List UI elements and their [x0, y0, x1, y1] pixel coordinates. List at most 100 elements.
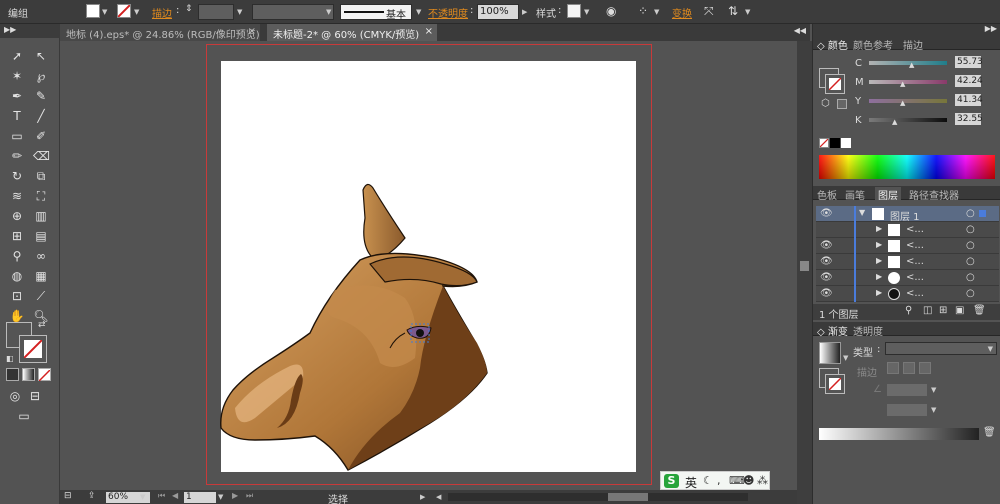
layer-name[interactable]: <...	[906, 288, 924, 299]
gradient-type-dropdown[interactable]: ▼	[885, 342, 997, 355]
layer-name[interactable]: <...	[906, 272, 924, 283]
target-icon[interactable]: ○	[966, 256, 975, 267]
eye-icon[interactable]: 👁︎	[820, 240, 833, 251]
perspective-grid-icon[interactable]: ▥	[33, 208, 49, 224]
stroke-option-3[interactable]	[919, 362, 931, 374]
target-icon[interactable]: ○	[966, 224, 975, 235]
magenta-slider[interactable]	[869, 80, 947, 84]
none-swatch[interactable]	[819, 138, 829, 148]
chevron-left-icon[interactable]: ◀	[436, 493, 441, 501]
stroke-option-1[interactable]	[887, 362, 899, 374]
moon-icon[interactable]: ☾	[703, 474, 713, 487]
tab-pathfinder[interactable]: 路径查找器	[909, 187, 959, 202]
magenta-value[interactable]: 42.24	[955, 75, 983, 87]
angle-field[interactable]	[887, 384, 927, 396]
curvature-tool-icon[interactable]: ✎	[33, 88, 49, 104]
pen-tool-icon[interactable]: ✒	[9, 88, 25, 104]
chevron-right-icon[interactable]: ▶	[522, 8, 527, 16]
gradient-slider[interactable]	[819, 428, 979, 440]
target-icon[interactable]: ○	[966, 240, 975, 251]
selection-tool-icon[interactable]: ➚	[9, 48, 25, 64]
layer-row-1[interactable]: 👁︎ ▼ 图层 1 ○	[816, 206, 999, 223]
ime-mode[interactable]: 英	[685, 474, 697, 491]
chevron-right-icon[interactable]: ▶	[876, 224, 882, 233]
stepper-icon[interactable]: ⇕	[185, 4, 193, 14]
layer-row-5[interactable]: 👁︎ ▶ <... ○	[816, 270, 999, 286]
cyan-slider[interactable]	[869, 61, 947, 65]
web-color-swatch[interactable]	[837, 99, 847, 109]
layer-name[interactable]: <...	[906, 256, 924, 267]
style-swatch[interactable]	[567, 4, 581, 18]
panel-collapse-icon[interactable]: ◀◀	[794, 26, 806, 35]
draw-normal-icon[interactable]: ◎	[7, 388, 23, 404]
black-value[interactable]: 32.55	[955, 113, 983, 125]
eyedropper-icon[interactable]: ⚲	[9, 248, 25, 264]
flip-icon[interactable]: ⇅	[728, 4, 738, 18]
target-icon[interactable]: ○	[966, 272, 975, 283]
layer-row-3[interactable]: 👁︎ ▶ <... ○	[816, 238, 999, 254]
aspect-field[interactable]	[887, 404, 927, 416]
symbol-sprayer-icon[interactable]: ◍	[9, 268, 25, 284]
chevron-down-icon[interactable]: ▼	[140, 493, 145, 501]
gradient-stroke-box[interactable]	[825, 374, 845, 394]
chevron-down-icon[interactable]: ▼	[102, 8, 107, 16]
isolate-icon[interactable]: ⤧	[704, 4, 714, 19]
screen-mode-icon[interactable]: ▭	[16, 408, 32, 424]
tab-stroke[interactable]: 描边	[903, 37, 923, 52]
tab-gradient[interactable]: ◇ 渐变	[817, 323, 848, 338]
tab-document-1[interactable]: 地标 (4).eps* @ 24.86% (RGB/像印预览) ×	[60, 24, 260, 41]
chevron-down-icon[interactable]: ▼	[843, 354, 848, 362]
draw-behind-icon[interactable]: ⊟	[27, 388, 43, 404]
chevron-right-icon[interactable]: ▶	[876, 240, 882, 249]
clipping-mask-icon[interactable]: ◫	[923, 305, 932, 316]
status-nav-icon[interactable]: ⊟	[64, 491, 72, 501]
color-mode-icon[interactable]	[6, 368, 19, 381]
shape-builder-icon[interactable]: ⊕	[9, 208, 25, 224]
scroll-thumb[interactable]	[800, 261, 809, 271]
scale-tool-icon[interactable]: ⧉	[33, 168, 49, 184]
blend-tool-icon[interactable]: ∞	[33, 248, 49, 264]
rotate-tool-icon[interactable]: ↻	[9, 168, 25, 184]
swap-colors-icon[interactable]: ⇄	[38, 320, 46, 330]
chevron-down-icon[interactable]: ▼	[745, 8, 750, 16]
tab-swatches[interactable]: 色板	[817, 187, 837, 202]
layer-row-6[interactable]: 👁︎ ▶ <... ○	[816, 286, 999, 302]
layer-row-4[interactable]: 👁︎ ▶ <... ○	[816, 254, 999, 270]
yellow-slider[interactable]	[869, 99, 947, 103]
chevron-right-icon[interactable]: ▶	[876, 272, 882, 281]
opacity-label[interactable]: 不透明度	[428, 5, 468, 20]
paintbrush-icon[interactable]: ✐	[33, 128, 49, 144]
stroke-color-box[interactable]	[19, 335, 47, 363]
mesh-tool-icon[interactable]: ⊞	[9, 228, 25, 244]
layer-name[interactable]: 图层 1	[890, 208, 920, 223]
last-page-icon[interactable]: ⏭	[246, 491, 253, 501]
chevron-right-icon[interactable]: ▶	[876, 288, 882, 297]
trash-icon[interactable]: 🗑︎	[983, 427, 996, 438]
chevron-down-icon[interactable]: ▼	[584, 8, 589, 16]
transform-label[interactable]: 变换	[672, 5, 692, 20]
stroke-weight-field[interactable]	[198, 4, 234, 20]
gradient-preview-swatch[interactable]	[819, 342, 841, 364]
color-spectrum[interactable]	[819, 155, 995, 179]
tab-color-guide[interactable]: 颜色参考	[853, 37, 893, 52]
rectangle-tool-icon[interactable]: ▭	[9, 128, 25, 144]
chevron-down-icon[interactable]: ▼	[237, 8, 242, 16]
target-icon[interactable]: ○	[966, 288, 975, 299]
tab-color[interactable]: ◇ 颜色	[817, 37, 848, 52]
opacity-field[interactable]: 100%	[477, 4, 519, 20]
next-page-icon[interactable]: ▶	[232, 491, 238, 500]
horse-head-artwork[interactable]	[215, 178, 500, 474]
yellow-value[interactable]: 41.34	[955, 94, 983, 106]
magic-wand-icon[interactable]: ✶	[9, 68, 25, 84]
slider-handle-icon[interactable]: ▲	[900, 80, 905, 88]
collapse-icon[interactable]: ▶▶	[4, 25, 16, 34]
cyan-value[interactable]: 55.73	[955, 56, 983, 68]
eye-icon[interactable]: 👁︎	[820, 208, 833, 219]
close-icon[interactable]: ×	[248, 26, 256, 37]
trash-icon[interactable]: 🗑︎	[973, 305, 986, 316]
stroke-color-box[interactable]	[825, 74, 845, 94]
chevron-down-icon[interactable]: ▼	[859, 208, 865, 217]
selection-indicator[interactable]	[979, 210, 986, 217]
layer-name[interactable]: <...	[906, 224, 924, 235]
chevron-down-icon[interactable]: ▼	[654, 8, 659, 16]
